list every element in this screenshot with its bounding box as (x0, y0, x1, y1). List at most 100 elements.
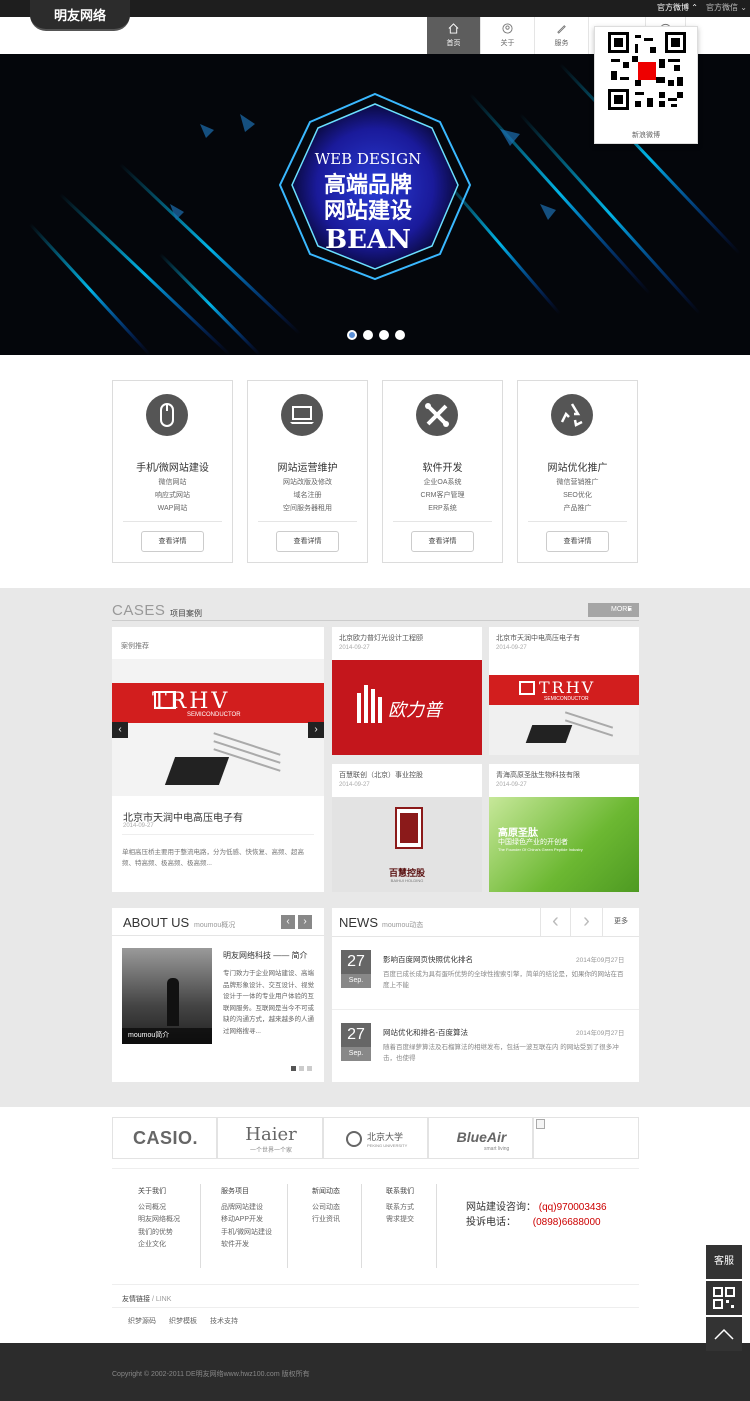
news-item-title[interactable]: 网站优化和排名-百度算法 (383, 1027, 468, 1038)
service-item: 空间服务器租用 (283, 505, 332, 512)
service-card-software[interactable]: 软件开发 企业OA系统 CRM客户管理 ERP系统 查看详情 (382, 380, 503, 563)
service-card-seo[interactable]: 网站优化推广 微信营销推广 SEO优化 产品推广 查看详情 (517, 380, 638, 563)
footer-link[interactable]: 明友网络概况 (138, 1214, 180, 1227)
back-to-top-button[interactable] (706, 1317, 742, 1351)
service-card-mobile[interactable]: 手机/微网站建设 微信网站 响应式网站 WAP网站 查看详情 (112, 380, 233, 563)
nav-item-about[interactable]: 关于 (481, 17, 535, 54)
slide-dot-1[interactable] (347, 330, 357, 340)
footer-col-about: 关于我们 公司概况 明友网络概况 我们的优势 企业文化 (138, 1186, 180, 1252)
nav-item-home[interactable]: 首页 (427, 17, 481, 54)
footer-link[interactable]: 品牌网站建设 (221, 1202, 272, 1215)
details-button[interactable]: 查看详情 (411, 531, 474, 552)
site-logo[interactable]: 明友网络 (30, 0, 130, 31)
footer-link[interactable]: 需求提交 (386, 1214, 414, 1227)
service-item: 域名注册 (293, 492, 322, 499)
slide-dot-2[interactable] (363, 330, 373, 340)
svg-text:高端品牌: 高端品牌 (324, 172, 412, 198)
cases-subtitle: 项目案例 (170, 609, 202, 618)
friend-link[interactable]: 技术支持 (210, 1316, 238, 1326)
partner-logo-casio[interactable]: CASIO. (112, 1117, 217, 1159)
footer-link[interactable]: 企业文化 (138, 1239, 180, 1252)
friend-link[interactable]: 织梦源码 (128, 1316, 156, 1326)
pku-seal-icon (346, 1131, 362, 1147)
copyright: Copyright © 2002-2011 DE明友网络www.hwz100.c… (112, 1371, 310, 1378)
news-more-link[interactable]: 更多 (602, 908, 639, 936)
details-button[interactable]: 查看详情 (141, 531, 204, 552)
contact-info: 网站建设咨询： (qq)970003436 投诉电话： (0898)668800… (466, 1202, 607, 1228)
featured-case[interactable]: 案例推荐 TRHV SEMICONDUCTOR ‹ › 北京市天润中电高压电子有… (112, 627, 324, 892)
tools-icon (416, 394, 458, 436)
slide-dot-4[interactable] (395, 330, 405, 340)
footer-col-services: 服务项目 品牌网站建设 移动APP开发 手机/微网站建设 软件开发 (221, 1186, 272, 1252)
case-image: 欧力普 (332, 660, 482, 755)
partner-logo-blueair[interactable]: BlueAir smart living (428, 1117, 533, 1159)
service-title: 手机/微网站建设 (136, 463, 209, 474)
footer-link[interactable]: 公司概况 (138, 1202, 180, 1215)
slide-dot-3[interactable] (379, 330, 389, 340)
about-heading: 明友网络科技 —— 简介 (223, 951, 308, 960)
partner-logo-haier[interactable]: Haier 一个世界一个家 (217, 1117, 323, 1159)
divider (393, 521, 492, 522)
news-subtitle: moumou动态 (382, 922, 424, 929)
prev-arrow-icon[interactable]: ‹ (112, 722, 128, 738)
service-item: WAP网站 (157, 505, 188, 512)
news-panel: NEWS moumou动态 ‹ › 更多 27 Sep. 影响百度网页快照优化排… (332, 908, 639, 1082)
mouse-icon (146, 394, 188, 436)
partner-logo-pku[interactable]: 北京大学 PEKING UNIVERSITY (323, 1117, 428, 1159)
cases-more-button[interactable]: MORE ▸ (588, 603, 639, 617)
about-dot[interactable] (291, 1066, 296, 1071)
about-dot[interactable] (307, 1066, 312, 1071)
footer-link[interactable]: 移动APP开发 (221, 1214, 272, 1227)
about-next-icon[interactable]: › (298, 915, 312, 929)
featured-date: 2014-09-27 (123, 823, 154, 829)
qr-side-button[interactable] (706, 1281, 742, 1315)
wechat-link[interactable]: 官方微信 ⌄ (706, 3, 747, 13)
footer-link[interactable]: 手机/微网站建设 (221, 1227, 272, 1240)
featured-desc: 单相高压桥主要用于整流电路，分为低感、快恢复、高频、超高频、特高频、极高频、极高… (122, 849, 304, 867)
next-arrow-icon[interactable]: › (308, 722, 324, 738)
nav-item-service[interactable]: 服务 (535, 17, 589, 54)
friend-link[interactable]: 织梦模板 (169, 1316, 197, 1326)
service-card-maintain[interactable]: 网站运营维护 网站改版及修改 域名注册 空间服务器租用 查看详情 (247, 380, 368, 563)
service-title: 软件开发 (422, 463, 463, 474)
about-prev-icon[interactable]: ‹ (281, 915, 295, 929)
footer-link[interactable]: 软件开发 (221, 1239, 272, 1252)
customer-service-button[interactable]: 客服 (706, 1245, 742, 1279)
qr-popup: 新浪微博 (594, 26, 698, 144)
details-button[interactable]: 查看详情 (546, 531, 609, 552)
news-item-date: 2014年09月27日 (576, 957, 625, 964)
service-item: 产品推广 (563, 505, 592, 512)
svg-text:网站建设: 网站建设 (324, 199, 412, 224)
case-item[interactable]: 百慧联创（北京）事业控股 2014-09-27 百慧控股 BAIHUI HOLD… (332, 764, 482, 892)
news-prev-icon[interactable]: ‹ (540, 908, 570, 936)
service-item: 微信营销推广 (556, 479, 599, 486)
footer-separator (287, 1184, 288, 1268)
featured-image: TRHV SEMICONDUCTOR (112, 659, 324, 796)
footer-link[interactable]: 联系方式 (386, 1202, 414, 1215)
service-title: 网站优化推广 (547, 463, 608, 474)
pen-icon (557, 25, 566, 34)
service-item: 网站改版及修改 (283, 479, 332, 486)
weibo-link[interactable]: 官方微博 ⌃ (657, 3, 698, 13)
featured-title[interactable]: 北京市天润中电高压电子有 (123, 809, 243, 824)
partner-logo-broken[interactable] (533, 1117, 639, 1159)
divider (528, 521, 627, 522)
news-next-icon[interactable]: › (570, 908, 602, 936)
user-icon (502, 23, 513, 34)
case-item[interactable]: 北京市天润中电高压电子有 2014-09-27 TRHV SEMICONDUCT… (489, 627, 639, 755)
featured-label: 案例推荐 (121, 643, 149, 650)
news-date-badge: 27 Sep. (341, 950, 371, 988)
home-icon (448, 23, 459, 34)
footer-link[interactable]: 我们的优势 (138, 1227, 180, 1240)
news-item-title[interactable]: 影响百度网页快照优化排名 (383, 954, 473, 965)
case-item[interactable]: 青海高原圣肽生物科技有限 2014-09-27 高原圣肽 中国绿色产业的开创者 … (489, 764, 639, 892)
phone-number[interactable]: (0898)6688000 (533, 1217, 601, 1228)
about-dot[interactable] (299, 1066, 304, 1071)
case-item[interactable]: 北京欧力普灯光设计工程颐 2014-09-27 欧力普 (332, 627, 482, 755)
qq-number[interactable]: (qq)970003436 (539, 1202, 607, 1213)
footer-link[interactable]: 行业资讯 (312, 1214, 340, 1227)
about-title: ABOUT US (123, 915, 190, 930)
footer-link[interactable]: 公司动态 (312, 1202, 340, 1215)
news-title: NEWS (339, 915, 378, 930)
details-button[interactable]: 查看详情 (276, 531, 339, 552)
